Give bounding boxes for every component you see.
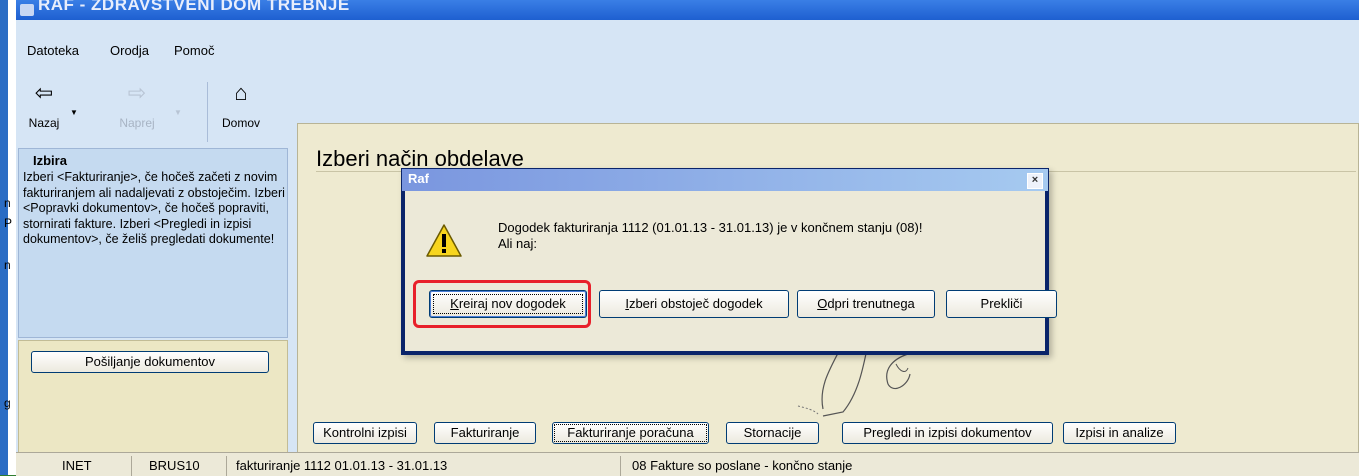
status-bar: INET BRUS10 fakturiranje 1112 01.01.13 -… — [16, 452, 1359, 476]
forward-dropdown-icon[interactable]: ▼ — [174, 108, 182, 117]
status-separator — [620, 456, 621, 476]
annotation-highlight — [413, 280, 591, 328]
kontrolni-izpisi-button[interactable]: Kontrolni izpisi — [313, 422, 417, 444]
window-titlebar[interactable]: RAF - ZDRAVSTVENI DOM TREBNJE — [16, 0, 1359, 20]
status-connection: INET — [62, 458, 92, 473]
menu-orodja[interactable]: Orodja — [110, 43, 149, 58]
pregledi-in-izpisi-button[interactable]: Pregledi in izpisi dokumentov — [842, 422, 1053, 444]
button-mnemonic: O — [817, 296, 828, 311]
button-label: Prekliči — [980, 296, 1023, 311]
status-user: BRUS10 — [149, 458, 200, 473]
send-documents-button[interactable]: Pošiljanje dokumentov — [31, 351, 269, 373]
dialog-titlebar[interactable]: Raf × — [402, 169, 1048, 191]
back-label: Nazaj — [28, 116, 60, 130]
back-dropdown-icon[interactable]: ▼ — [70, 108, 78, 117]
back-button[interactable]: ⇦ Nazaj — [24, 80, 64, 130]
select-existing-event-button[interactable]: Izberi obstoječ dogodek — [599, 290, 789, 318]
status-event: fakturiranje 1112 01.01.13 - 31.01.13 — [236, 458, 448, 473]
fakturiranje-poracuna-button[interactable]: Fakturiranje poračuna — [552, 422, 709, 444]
izpisi-in-analize-button[interactable]: Izpisi in analize — [1063, 422, 1176, 444]
background-text-fragment: n — [4, 196, 11, 210]
background-window-edge: n P n g — [0, 0, 16, 475]
forward-button[interactable]: ⇨ Naprej — [112, 80, 162, 130]
status-separator — [226, 456, 227, 476]
warning-icon — [426, 224, 462, 257]
open-current-button[interactable]: Odpri trenutnega — [797, 290, 935, 318]
stornacije-button[interactable]: Stornacije — [726, 422, 819, 444]
back-arrow-icon: ⇦ — [34, 80, 54, 105]
forward-arrow-icon: ⇨ — [127, 80, 147, 105]
fakturiranje-button[interactable]: Fakturiranje — [434, 422, 536, 444]
dialog-title: Raf — [408, 171, 429, 186]
cancel-button[interactable]: Prekliči — [946, 290, 1057, 318]
home-label: Domov — [221, 116, 260, 130]
button-label: dpri trenutnega — [827, 296, 915, 311]
menu-bar: Datoteka Orodja Pomoč — [16, 20, 1359, 64]
info-panel-text: Izberi <Fakturiranje>, če hočeš začeti z… — [23, 170, 285, 246]
toolbar-separator — [207, 82, 208, 142]
background-text-fragment: n — [4, 258, 11, 272]
menu-pomoc[interactable]: Pomoč — [174, 43, 214, 58]
button-label: zberi obstoječ dogodek — [628, 296, 763, 311]
background-text-fragment: g — [4, 396, 11, 410]
home-icon: ⌂ — [234, 80, 248, 105]
dialog-message: Dogodek fakturiranja 1112 (01.01.13 - 31… — [498, 220, 922, 252]
actions-panel: Pošiljanje dokumentov — [18, 340, 288, 454]
status-state: 08 Fakture so poslane - končno stanje — [632, 458, 853, 473]
background-text-fragment: P — [4, 216, 13, 230]
menu-datoteka[interactable]: Datoteka — [27, 43, 79, 58]
window-title: RAF - ZDRAVSTVENI DOM TREBNJE — [38, 0, 350, 14]
app-icon — [20, 4, 34, 16]
info-panel-title: Izbira — [33, 153, 67, 168]
close-icon[interactable]: × — [1027, 173, 1043, 189]
status-separator — [131, 456, 132, 476]
home-button[interactable]: ⌂ Domov — [216, 80, 266, 130]
dialog-message-line2: Ali naj: — [498, 236, 538, 251]
forward-label: Naprej — [119, 116, 155, 130]
dialog-message-line1: Dogodek fakturiranja 1112 (01.01.13 - 31… — [498, 220, 923, 235]
info-panel: Izbira Izberi <Fakturiranje>, če hočeš z… — [18, 148, 288, 338]
